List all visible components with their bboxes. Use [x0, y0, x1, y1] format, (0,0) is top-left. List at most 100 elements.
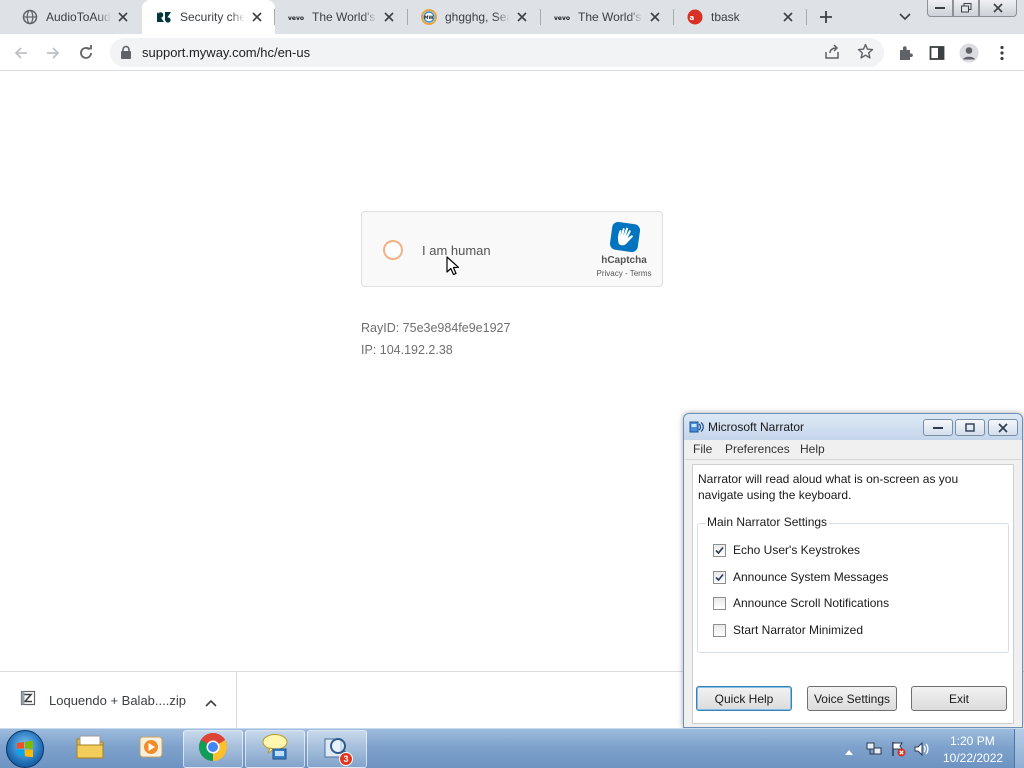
captcha-links: Privacy - Terms — [584, 269, 664, 278]
download-filename[interactable]: Loquendo + Balab....zip — [49, 693, 186, 708]
restore-icon[interactable] — [953, 0, 979, 17]
narrator-description: Narrator will read aloud what is on-scre… — [698, 472, 959, 502]
taskbar-chrome[interactable] — [183, 730, 243, 768]
magnifier-icon: 3 — [321, 733, 353, 766]
start-button-icon[interactable] — [6, 730, 44, 768]
show-hidden-icons-icon[interactable] — [844, 743, 860, 759]
tab-security-check[interactable]: Security check — [142, 0, 275, 34]
svg-text:vevo: vevo — [554, 15, 570, 22]
ip-address-text: IP: 104.192.2.38 — [361, 343, 453, 357]
taskbar-media-player[interactable] — [121, 730, 181, 768]
forward-icon[interactable] — [42, 42, 64, 64]
network-icon[interactable] — [866, 741, 882, 757]
narrator-menubar: File Preferences Help — [685, 440, 1021, 460]
option-label: Announce Scroll Notifications — [733, 596, 890, 610]
voice-settings-button[interactable]: Voice Settings — [807, 686, 897, 711]
option-announce-scroll[interactable]: Announce Scroll Notifications — [713, 596, 889, 610]
close-window-icon[interactable] — [979, 0, 1017, 17]
speech-bubble-icon — [260, 733, 290, 766]
menu-preferences[interactable]: Preferences — [725, 442, 790, 456]
narrator-window: Microsoft Narrator File Preferences Help… — [683, 413, 1023, 728]
main-settings-group: Main Narrator Settings Echo User's Keyst… — [697, 515, 1009, 653]
address-bar[interactable]: support.myway.com/hc/en-us — [110, 38, 884, 67]
captcha-checkbox[interactable] — [383, 240, 403, 260]
tab-tbask[interactable]: a tbask — [673, 0, 806, 34]
taskbar-explorer[interactable] — [60, 730, 120, 768]
tab-strip: AudioToAudio Security check vevo The Wor… — [0, 0, 1024, 34]
tab-worlds-largest-1[interactable]: vevo The World's Largest — [274, 0, 407, 34]
option-announce-system-messages[interactable]: Announce System Messages — [713, 570, 888, 584]
bookmark-star-icon[interactable] — [857, 43, 874, 65]
svg-text:vevo: vevo — [288, 15, 304, 22]
terms-link[interactable]: Terms — [630, 269, 652, 278]
checkbox-start-minimized[interactable] — [713, 623, 726, 637]
svg-text:a: a — [690, 14, 695, 22]
exit-button[interactable]: Exit — [911, 686, 1007, 711]
close-icon[interactable] — [115, 9, 131, 25]
clock-date[interactable]: 10/22/2022 — [943, 751, 1003, 765]
restore-icon[interactable] — [955, 419, 985, 436]
option-echo-keystrokes[interactable]: Echo User's Keystrokes — [713, 543, 860, 557]
share-icon[interactable] — [824, 44, 840, 65]
tab-title: The World's Largest — [312, 10, 377, 24]
new-tab-icon[interactable] — [816, 7, 836, 27]
tab-separator — [274, 9, 275, 25]
checkbox-announce-scroll[interactable] — [713, 596, 726, 610]
tab-separator — [673, 9, 674, 25]
profile-avatar-icon[interactable] — [958, 42, 980, 64]
folder-icon — [75, 734, 105, 765]
back-icon[interactable] — [10, 42, 32, 64]
svg-text:MW: MW — [424, 15, 433, 21]
tab-audiotoaudio[interactable]: AudioToAudio — [8, 0, 141, 34]
narrator-app-icon — [689, 419, 705, 435]
tab-worlds-largest-2[interactable]: vevo The World's Largest — [540, 0, 673, 34]
vevo-icon: vevo — [288, 9, 304, 25]
chevron-down-icon[interactable] — [896, 8, 914, 26]
menu-help[interactable]: Help — [800, 442, 825, 456]
browser-toolbar: support.myway.com/hc/en-us — [0, 34, 1024, 71]
tab-ghgghg-search[interactable]: MW ghgghg, Search — [407, 0, 540, 34]
screen: { "browser": { "tabs": [ {"title": "Audi… — [0, 0, 1024, 768]
download-item[interactable]: Loquendo + Balab....zip — [0, 672, 237, 729]
close-icon[interactable] — [780, 9, 796, 25]
quick-help-button[interactable]: Quick Help — [696, 686, 792, 711]
url-text[interactable]: support.myway.com/hc/en-us — [142, 45, 310, 60]
checkbox-announce-system-messages[interactable] — [713, 570, 726, 584]
close-icon[interactable] — [514, 9, 530, 25]
option-label: Start Narrator Minimized — [733, 623, 864, 637]
reload-icon[interactable] — [75, 42, 97, 64]
close-icon[interactable] — [249, 9, 265, 25]
action-center-flag-icon[interactable] — [890, 741, 906, 757]
tab-title: The World's Largest — [578, 10, 643, 24]
tab-title: AudioToAudio — [46, 10, 111, 24]
option-start-minimized[interactable]: Start Narrator Minimized — [713, 623, 863, 637]
hcaptcha-widget: I am human hCaptcha Privacy - Terms — [361, 211, 663, 287]
lock-icon[interactable] — [120, 45, 134, 60]
narrator-body: Narrator will read aloud what is on-scre… — [692, 464, 1014, 724]
link-separator: - — [622, 269, 630, 278]
globe-icon — [22, 9, 38, 25]
hcaptcha-logo-icon[interactable] — [608, 220, 642, 254]
more-menu-icon[interactable] — [991, 42, 1013, 64]
close-icon[interactable] — [647, 9, 663, 25]
taskbar-search-windows[interactable]: 3 — [307, 730, 367, 768]
volume-icon[interactable] — [914, 741, 930, 757]
vevo-icon: vevo — [554, 9, 570, 25]
ray-id-text: RayID: 75e3e984fe9e1927 — [361, 321, 511, 335]
narrator-titlebar[interactable]: Microsoft Narrator — [684, 414, 1022, 440]
checkbox-echo-keystrokes[interactable] — [713, 543, 726, 557]
minimize-icon[interactable] — [927, 0, 953, 17]
clock-time[interactable]: 1:20 PM — [950, 734, 995, 748]
show-desktop-button[interactable] — [1014, 729, 1024, 768]
minimize-icon[interactable] — [923, 419, 953, 436]
close-icon[interactable] — [381, 9, 397, 25]
extensions-icon[interactable] — [895, 42, 917, 64]
close-window-icon[interactable] — [988, 419, 1018, 436]
taskbar-narrator[interactable] — [245, 730, 305, 768]
tab-title: ghgghg, Search — [445, 10, 510, 24]
menu-file[interactable]: File — [693, 442, 712, 456]
tab-separator — [806, 9, 807, 25]
privacy-link[interactable]: Privacy — [597, 269, 623, 278]
side-panel-icon[interactable] — [926, 42, 948, 64]
chevron-up-icon[interactable] — [205, 694, 217, 712]
